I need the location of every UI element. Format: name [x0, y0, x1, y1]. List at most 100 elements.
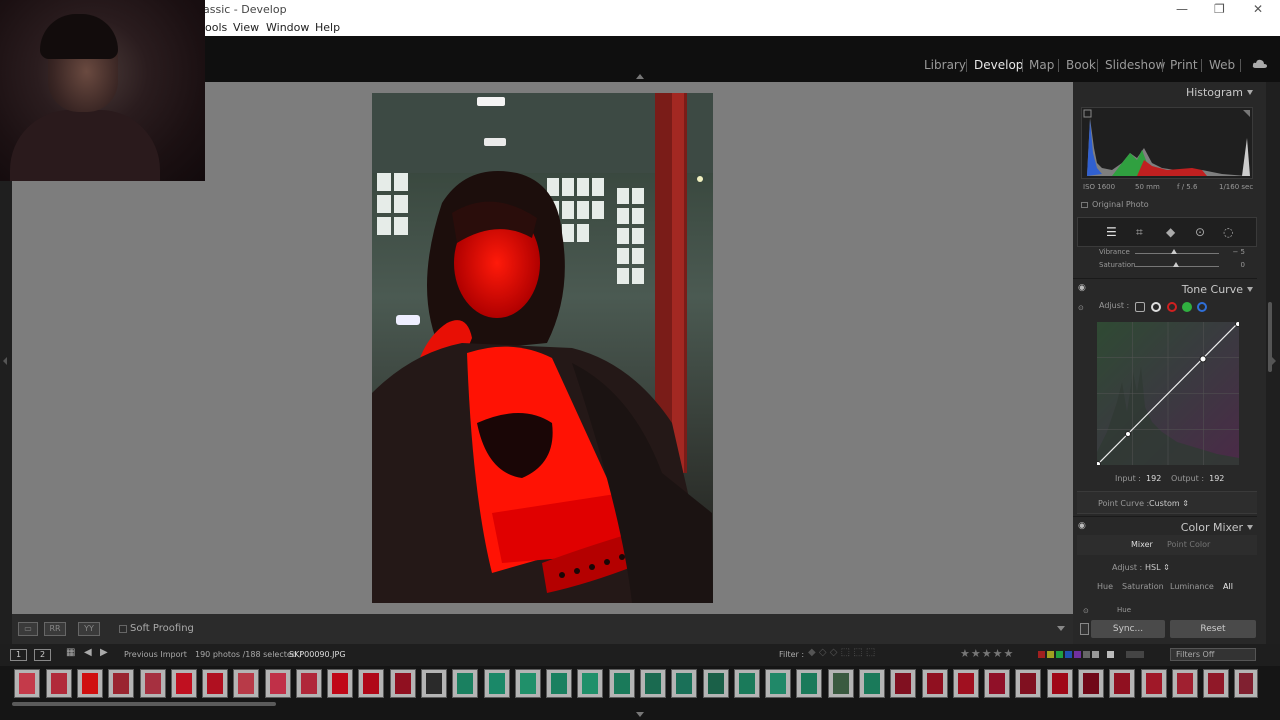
- menu-tools[interactable]: ools: [205, 21, 227, 34]
- color-label-purple[interactable]: [1074, 651, 1081, 658]
- color-label-custom[interactable]: [1083, 651, 1090, 658]
- mixer-adjust-select[interactable]: HSL ⇕: [1145, 563, 1170, 572]
- kind-filter-icon[interactable]: [1107, 651, 1114, 658]
- filmstrip-scrollbar[interactable]: [0, 700, 1280, 720]
- saturation-slider-row[interactable]: Saturation 0: [1073, 261, 1257, 273]
- filmstrip-thumbnail[interactable]: [14, 669, 40, 698]
- filmstrip-thumbnail[interactable]: [577, 669, 603, 698]
- filters-off-select[interactable]: Filters Off: [1170, 648, 1256, 661]
- collapse-triangle-icon[interactable]: [1247, 287, 1253, 292]
- menu-help[interactable]: Help: [315, 21, 340, 34]
- module-slideshow[interactable]: Slideshow: [1105, 58, 1165, 72]
- collapse-bottom-icon[interactable]: [636, 712, 644, 717]
- tab-saturation[interactable]: Saturation: [1122, 582, 1164, 591]
- filmstrip-thumbnail[interactable]: [640, 669, 666, 698]
- filmstrip-thumbnail[interactable]: [140, 669, 166, 698]
- menu-window[interactable]: Window: [266, 21, 309, 34]
- before-after-split-button[interactable]: YY: [78, 622, 100, 636]
- filmstrip-thumbnail[interactable]: [390, 669, 416, 698]
- minimize-button[interactable]: —: [1176, 2, 1188, 16]
- crop-icon[interactable]: ⌗: [1136, 225, 1143, 240]
- filmstrip-thumbnail[interactable]: [46, 669, 72, 698]
- filmstrip-thumbnail[interactable]: [609, 669, 635, 698]
- filmstrip-thumbnail[interactable]: [1078, 669, 1104, 698]
- filmstrip-thumbnail[interactable]: [671, 669, 697, 698]
- module-map[interactable]: Map: [1029, 58, 1054, 72]
- virtual-copy-filter-icon[interactable]: [1126, 651, 1144, 658]
- color-label-yellow[interactable]: [1047, 651, 1054, 658]
- filmstrip-thumbnail[interactable]: [1203, 669, 1229, 698]
- filmstrip-thumbnail[interactable]: [765, 669, 791, 698]
- color-label-blue[interactable]: [1065, 651, 1072, 658]
- filmstrip-thumbnail[interactable]: [108, 669, 134, 698]
- rgb-channel-icon[interactable]: [1151, 302, 1161, 312]
- saturation-knob[interactable]: [1173, 262, 1179, 267]
- vibrance-knob[interactable]: [1171, 249, 1177, 254]
- histogram-header[interactable]: Histogram: [1073, 82, 1257, 104]
- blue-channel-icon[interactable]: [1197, 302, 1207, 312]
- before-after-button[interactable]: RR: [44, 622, 66, 636]
- eye-icon[interactable]: ◉: [1078, 521, 1086, 531]
- tone-curve-graph[interactable]: [1095, 321, 1241, 467]
- filmstrip-thumbnail[interactable]: [1234, 669, 1258, 698]
- tab-mixer[interactable]: Mixer: [1131, 540, 1153, 549]
- filmstrip-thumbnail[interactable]: [77, 669, 103, 698]
- soft-proofing-checkbox[interactable]: [119, 625, 127, 633]
- forward-arrow-icon[interactable]: ▶: [100, 647, 108, 658]
- flag-filter-icons[interactable]: ◆ ◇ ◇ ⬚ ⬚ ⬚: [808, 647, 875, 658]
- tab-point-color[interactable]: Point Color: [1167, 540, 1210, 549]
- tab-hue[interactable]: Hue: [1097, 582, 1113, 591]
- filmstrip-scroll-thumb[interactable]: [12, 702, 276, 706]
- parametric-curve-icon[interactable]: [1135, 302, 1145, 312]
- filmstrip-thumbnail[interactable]: [484, 669, 510, 698]
- red-eye-icon[interactable]: ⊙: [1195, 225, 1205, 239]
- tone-curve-header[interactable]: ◉ Tone Curve: [1073, 278, 1257, 300]
- tab-all[interactable]: All: [1223, 582, 1233, 591]
- filmstrip-thumbnail[interactable]: [327, 669, 353, 698]
- filmstrip-thumbnail[interactable]: [1141, 669, 1167, 698]
- module-develop[interactable]: Develop: [974, 58, 1023, 72]
- filmstrip-thumbnail[interactable]: [1047, 669, 1073, 698]
- toolbar-options-chevron-icon[interactable]: [1057, 626, 1065, 631]
- expand-left-panel-icon[interactable]: [3, 357, 7, 365]
- main-photo[interactable]: [372, 93, 713, 603]
- filmstrip-thumbnail[interactable]: [421, 669, 447, 698]
- red-channel-icon[interactable]: [1167, 302, 1177, 312]
- target-icon[interactable]: ⊙: [1078, 304, 1084, 312]
- filmstrip-thumbnail[interactable]: [1172, 669, 1198, 698]
- color-label-red[interactable]: [1038, 651, 1045, 658]
- menu-view[interactable]: View: [233, 21, 259, 34]
- loupe-view-button[interactable]: ▭: [18, 622, 38, 636]
- back-arrow-icon[interactable]: ◀: [84, 647, 92, 658]
- filmstrip-thumbnail[interactable]: [922, 669, 948, 698]
- vibrance-track[interactable]: [1135, 253, 1219, 254]
- filmstrip-thumbnail[interactable]: [953, 669, 979, 698]
- filmstrip-thumbnail[interactable]: [171, 669, 197, 698]
- filmstrip-thumbnail[interactable]: [1015, 669, 1041, 698]
- filmstrip-thumbnail[interactable]: [265, 669, 291, 698]
- module-web[interactable]: Web: [1209, 58, 1235, 72]
- filmstrip-thumbnail[interactable]: [546, 669, 572, 698]
- sync-button[interactable]: Sync...: [1091, 620, 1165, 638]
- secondary-window-button-1[interactable]: 1: [10, 649, 27, 661]
- current-filename[interactable]: SKP00090.JPG: [289, 650, 346, 659]
- grid-icon[interactable]: ▦: [66, 647, 75, 658]
- auto-sync-switch[interactable]: [1080, 623, 1089, 635]
- module-print[interactable]: Print: [1170, 58, 1198, 72]
- edit-sliders-icon[interactable]: ☰: [1106, 225, 1117, 239]
- filmstrip-thumbnail[interactable]: [515, 669, 541, 698]
- filmstrip-thumbnail[interactable]: [202, 669, 228, 698]
- filmstrip-thumbnail[interactable]: [890, 669, 916, 698]
- filmstrip-thumbnail[interactable]: [734, 669, 760, 698]
- rating-filter[interactable]: ★★★★★: [960, 647, 1014, 660]
- color-label-green[interactable]: [1056, 651, 1063, 658]
- tab-luminance[interactable]: Luminance: [1170, 582, 1214, 591]
- masking-icon[interactable]: ◌: [1223, 225, 1233, 239]
- collapse-triangle-icon[interactable]: [1247, 525, 1253, 530]
- vibrance-slider-row[interactable]: Vibrance − 5: [1073, 248, 1257, 260]
- eye-icon[interactable]: ◉: [1078, 283, 1086, 293]
- vibrance-value[interactable]: − 5: [1232, 248, 1245, 256]
- green-channel-icon[interactable]: [1182, 302, 1192, 312]
- collapse-top-icon[interactable]: [636, 74, 644, 79]
- original-photo-toggle[interactable]: Original Photo: [1081, 200, 1149, 209]
